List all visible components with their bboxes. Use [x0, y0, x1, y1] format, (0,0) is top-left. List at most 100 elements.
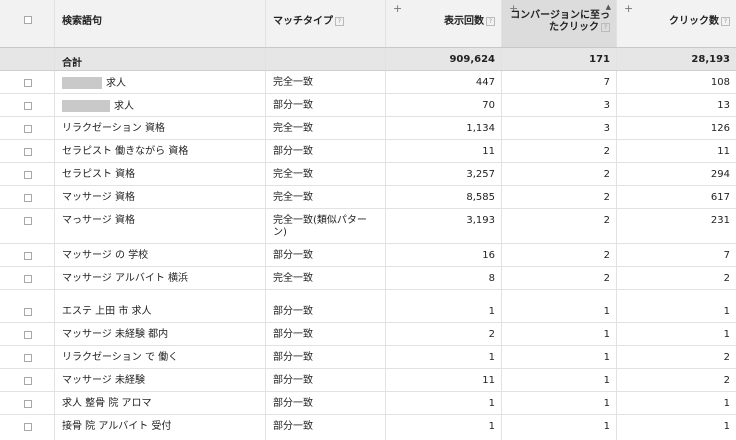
- clicks-value: 231: [710, 215, 730, 226]
- conversions-value: 2: [603, 273, 610, 284]
- match-type-text: 完全一致: [273, 77, 313, 88]
- row-checkbox[interactable]: [24, 171, 32, 179]
- keyword-text: マッサージ 未経験: [62, 375, 145, 386]
- impressions-value: 2: [488, 329, 495, 340]
- keyword-text: マっサージ 資格: [62, 215, 135, 226]
- clicks-value: 1: [723, 306, 730, 317]
- table-header: 検索語句 マッチタイプ? + 表示回数? + ▲ コンバージョンに至っ たクリッ…: [0, 0, 736, 48]
- row-checkbox[interactable]: [24, 125, 32, 133]
- column-header-impressions[interactable]: + 表示回数?: [386, 0, 502, 47]
- row-checkbox[interactable]: [24, 217, 32, 225]
- keyword-text: 求人: [114, 101, 134, 112]
- column-header-clicks[interactable]: + クリック数?: [617, 0, 736, 47]
- row-checkbox[interactable]: [24, 79, 32, 87]
- add-column-plus-icon[interactable]: +: [393, 2, 402, 15]
- impressions-value: 8: [488, 273, 495, 284]
- column-header-match-type-label: マッチタイプ: [273, 16, 333, 27]
- conversions-value: 3: [603, 123, 610, 134]
- clicks-value: 294: [710, 169, 730, 180]
- impressions-value: 1: [488, 398, 495, 409]
- total-impressions: 909,624: [449, 54, 495, 65]
- clicks-value: 2: [723, 273, 730, 284]
- clicks-value: 2: [723, 352, 730, 363]
- keyword-text: マッサージ アルバイト 横浜: [62, 273, 189, 284]
- keyword-text: 接骨 院 アルバイト 受付: [62, 421, 172, 432]
- clicks-value: 126: [710, 123, 730, 134]
- impressions-value: 3,257: [466, 169, 495, 180]
- row-checkbox[interactable]: [24, 400, 32, 408]
- column-header-match-type[interactable]: マッチタイプ?: [266, 0, 386, 47]
- clicks-value: 1: [723, 421, 730, 432]
- conversions-value: 1: [603, 352, 610, 363]
- clicks-value: 11: [717, 146, 730, 157]
- keyword-text: リラクゼーション 資格: [62, 123, 165, 134]
- total-clicks: 28,193: [691, 54, 730, 65]
- match-type-text: 完全一致: [273, 169, 313, 180]
- table-row: マッサージ 資格 完全一致 8,585 2 617: [0, 186, 736, 209]
- table-row: リラクゼーション 資格 完全一致 1,134 3 126: [0, 117, 736, 140]
- clicks-value: 13: [717, 100, 730, 111]
- table-row: マッサージ の 学校 部分一致 16 2 7: [0, 244, 736, 267]
- keyword-text: マッサージ 資格: [62, 192, 135, 203]
- conversions-value: 2: [603, 146, 610, 157]
- conversions-value: 7: [603, 77, 610, 88]
- match-type-text: 部分一致: [273, 421, 313, 432]
- header-checkbox-cell: [0, 0, 55, 47]
- column-header-keyword-label: 検索語句: [62, 16, 102, 27]
- table-spacer: [0, 290, 736, 300]
- row-checkbox[interactable]: [24, 377, 32, 385]
- impressions-value: 1,134: [466, 123, 495, 134]
- row-checkbox[interactable]: [24, 308, 32, 316]
- match-type-text: 部分一致: [273, 375, 313, 386]
- conversions-value: 1: [603, 398, 610, 409]
- clicks-value: 108: [710, 77, 730, 88]
- match-type-text: 完全一致: [273, 192, 313, 203]
- add-column-plus-icon[interactable]: +: [624, 2, 633, 15]
- table-row: 求人 整骨 院 アロマ 部分一致 1 1 1: [0, 392, 736, 415]
- match-type-text: 部分一致: [273, 329, 313, 340]
- column-header-keyword[interactable]: 検索語句: [55, 0, 266, 47]
- help-icon[interactable]: ?: [335, 16, 344, 26]
- row-checkbox[interactable]: [24, 148, 32, 156]
- column-header-clicks-label: クリック数?: [669, 16, 730, 28]
- table-row: セラピスト 資格 完全一致 3,257 2 294: [0, 163, 736, 186]
- row-checkbox[interactable]: [24, 423, 32, 431]
- table-row: マッサージ 未経験 部分一致 11 1 2: [0, 369, 736, 392]
- match-type-text: 部分一致: [273, 146, 313, 157]
- conversions-value: 1: [603, 421, 610, 432]
- select-all-checkbox[interactable]: [24, 16, 32, 24]
- table-row: 接骨 院 アルバイト 受付 部分一致 1 1 1: [0, 415, 736, 440]
- row-checkbox[interactable]: [24, 102, 32, 110]
- clicks-value: 2: [723, 375, 730, 386]
- help-icon[interactable]: ?: [721, 16, 730, 26]
- total-conversions: 171: [589, 54, 610, 65]
- table-row: リラクゼーション で 働く 部分一致 1 1 2: [0, 346, 736, 369]
- keyword-text: セラピスト 働きながら 資格: [62, 146, 189, 157]
- impressions-value: 1: [488, 352, 495, 363]
- keyword-text: マッサージ 未経験 都内: [62, 329, 169, 340]
- row-checkbox[interactable]: [24, 194, 32, 202]
- table-row: マっサージ 資格 完全一致(類似パター ン) 3,193 2 231: [0, 209, 736, 244]
- keyword-text: 求人: [106, 78, 126, 89]
- table-row: 求人 部分一致 70 3 13: [0, 94, 736, 117]
- help-icon[interactable]: ?: [601, 22, 610, 32]
- impressions-value: 447: [475, 77, 495, 88]
- clicks-value: 7: [723, 250, 730, 261]
- impressions-value: 16: [482, 250, 495, 261]
- keyword-text: エステ 上田 市 求人: [62, 306, 152, 317]
- row-checkbox[interactable]: [24, 252, 32, 260]
- match-type-text: 部分一致: [273, 306, 313, 317]
- help-icon[interactable]: ?: [486, 16, 495, 26]
- row-checkbox[interactable]: [24, 331, 32, 339]
- redacted-text: [62, 100, 110, 112]
- row-checkbox[interactable]: [24, 354, 32, 362]
- column-header-conversions[interactable]: + ▲ コンバージョンに至っ たクリック?: [502, 0, 617, 47]
- conversions-value: 1: [603, 306, 610, 317]
- impressions-value: 8,585: [466, 192, 495, 203]
- impressions-value: 3,193: [466, 215, 495, 226]
- keyword-text: セラピスト 資格: [62, 169, 136, 180]
- clicks-value: 1: [723, 398, 730, 409]
- conversions-value: 2: [603, 215, 610, 226]
- row-checkbox[interactable]: [24, 275, 32, 283]
- conversions-value: 1: [603, 329, 610, 340]
